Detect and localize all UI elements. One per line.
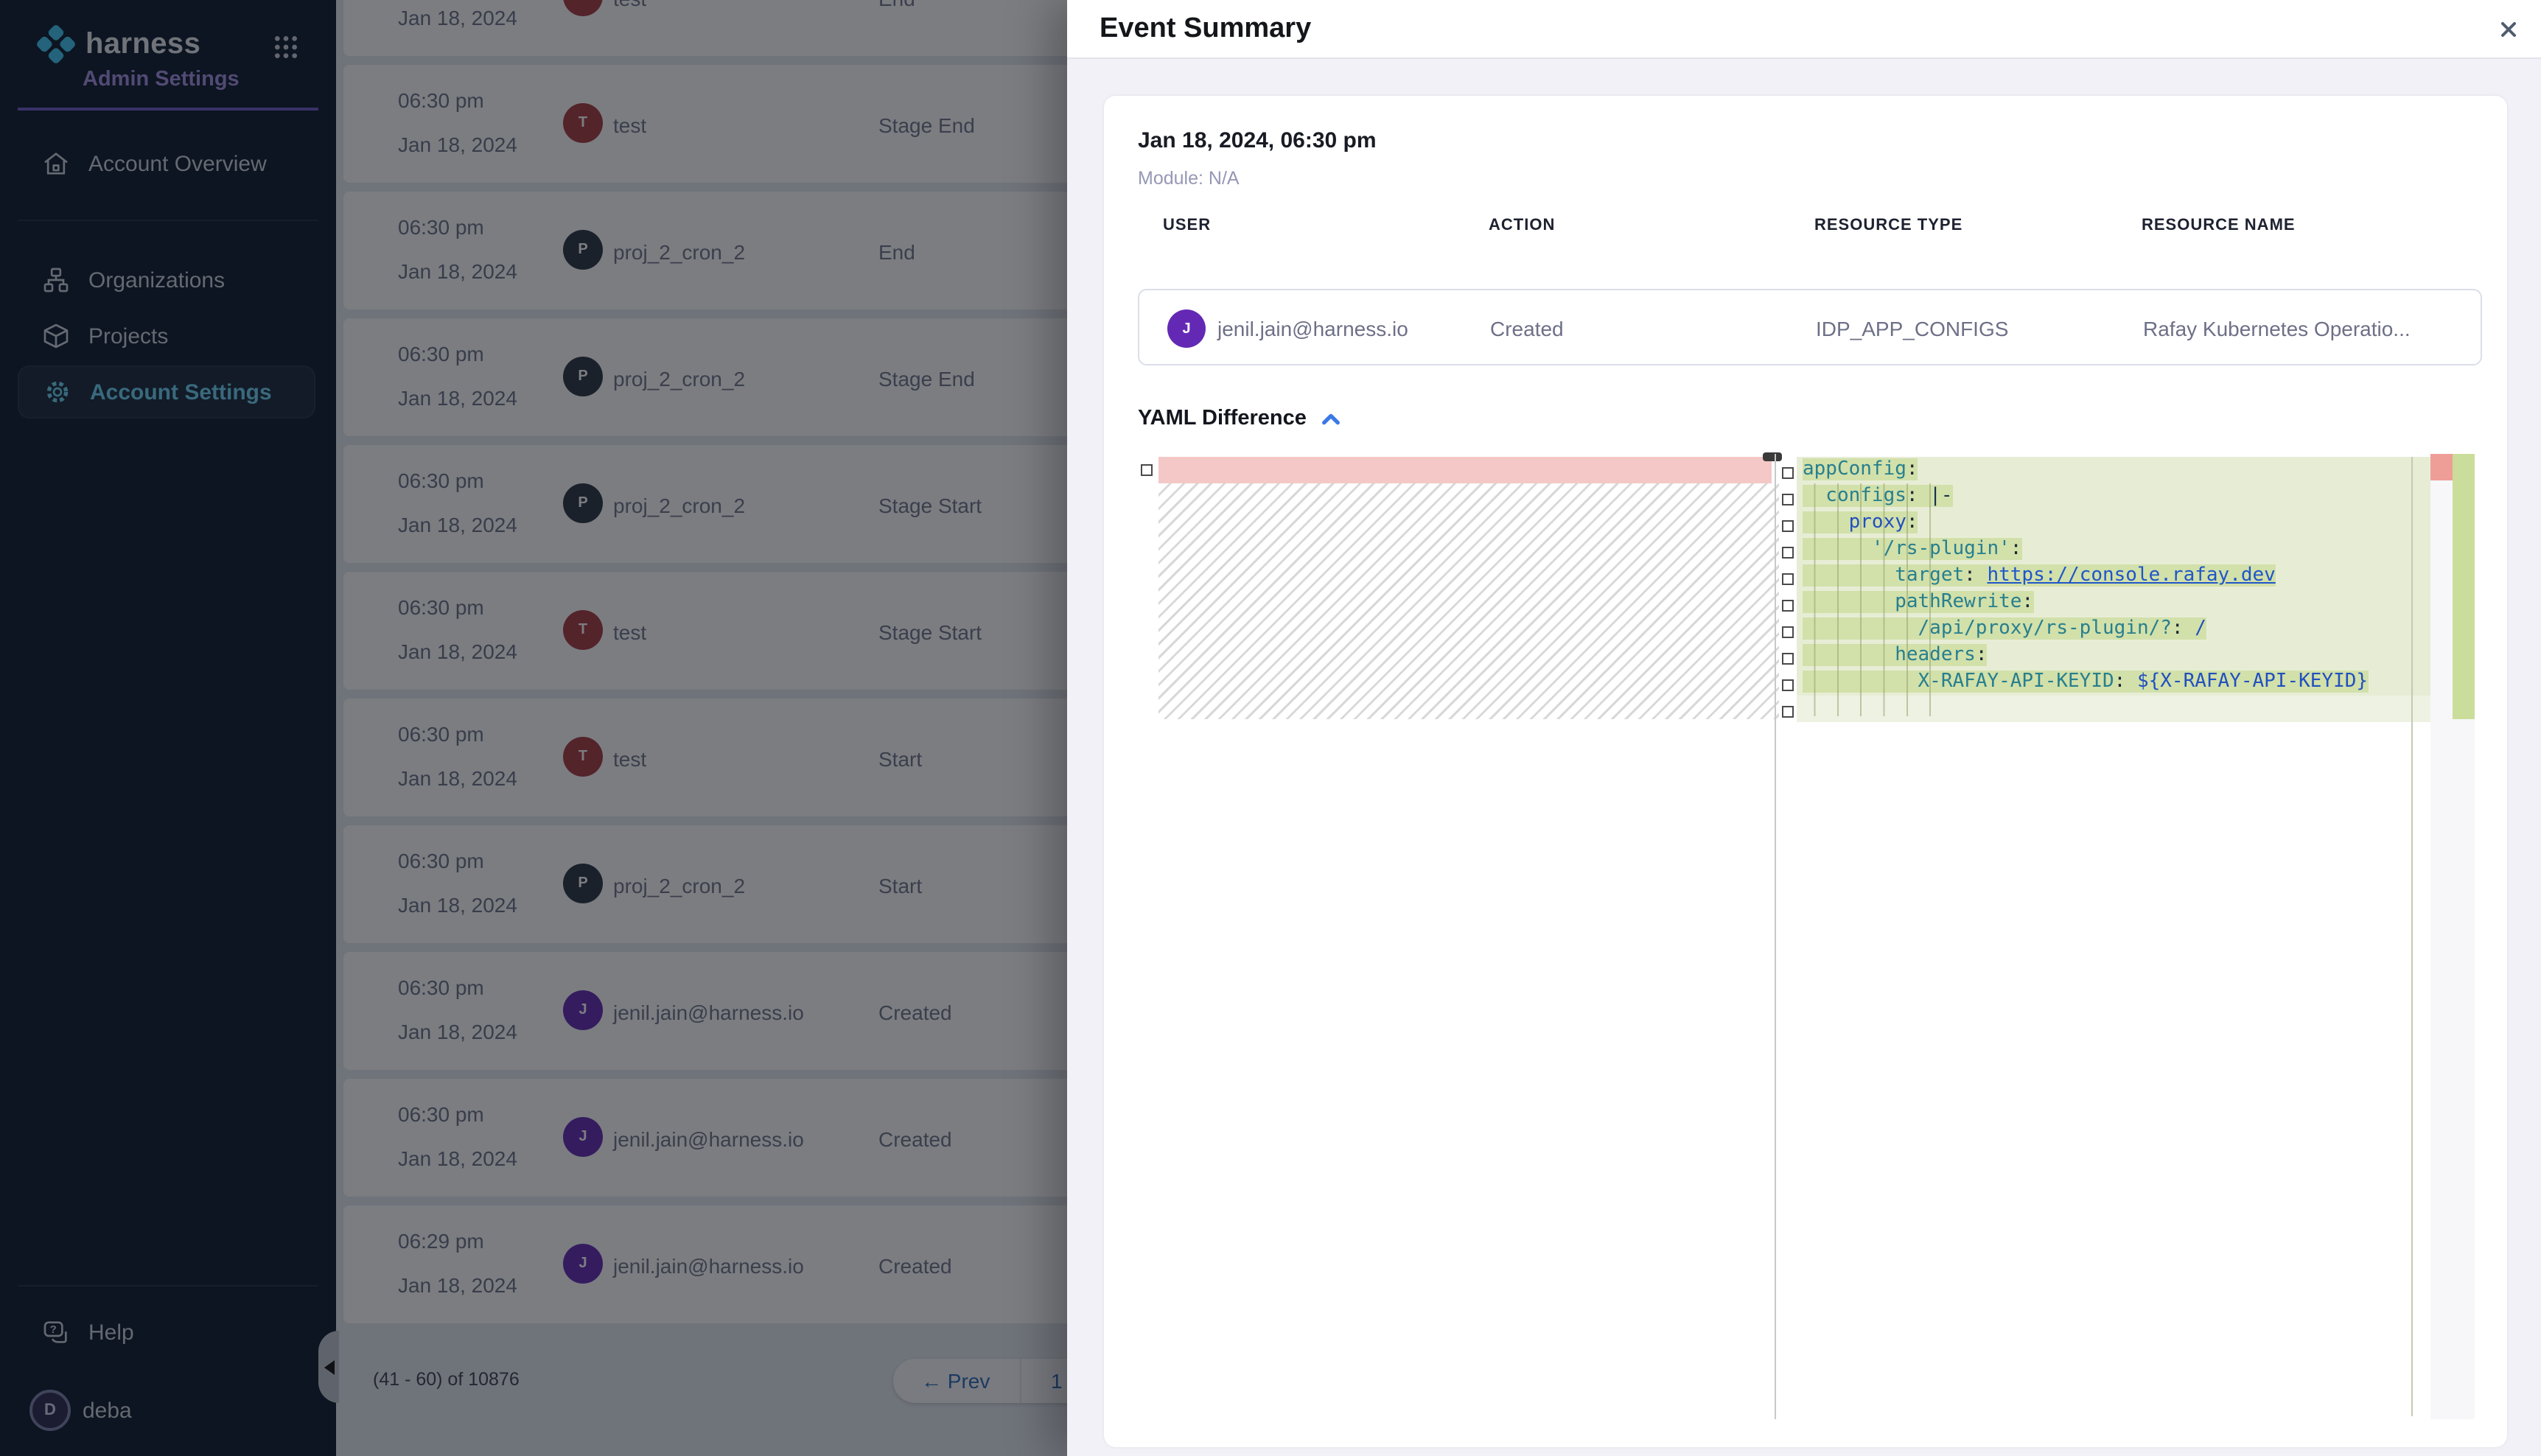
diff-line-marker[interactable] bbox=[1141, 464, 1153, 476]
column-header-action: ACTION bbox=[1489, 217, 1555, 234]
column-header-user: USER bbox=[1163, 217, 1211, 234]
diff-line-marker[interactable] bbox=[1782, 467, 1794, 479]
overview-added-marker bbox=[2453, 454, 2475, 719]
event-action: Created bbox=[1490, 317, 1564, 340]
yaml-difference-toggle[interactable]: YAML Difference bbox=[1138, 407, 1342, 430]
diff-line-marker[interactable] bbox=[1782, 653, 1794, 665]
overview-deleted-marker bbox=[2430, 454, 2453, 480]
diff-line-marker[interactable] bbox=[1782, 679, 1794, 691]
close-icon[interactable] bbox=[2497, 18, 2520, 41]
diff-line-markers bbox=[1782, 467, 1794, 718]
event-summary-drawer: Event Summary Jan 18, 2024, 06:30 pm Mod… bbox=[1067, 0, 2541, 1456]
diff-deleted-line bbox=[1158, 457, 1772, 483]
chevron-up-icon bbox=[1321, 410, 1342, 427]
diff-line-marker[interactable] bbox=[1782, 706, 1794, 718]
event-row: J jenil.jain@harness.io Created IDP_APP_… bbox=[1138, 289, 2482, 365]
event-module: Module: N/A bbox=[1138, 168, 1240, 189]
drawer-body: Jan 18, 2024, 06:30 pm Module: N/A USER … bbox=[1067, 59, 2541, 1456]
diff-code-line: appConfig: bbox=[1797, 457, 2430, 483]
event-user: jenil.jain@harness.io bbox=[1217, 317, 1408, 340]
diff-overview-ruler[interactable] bbox=[2430, 454, 2475, 1419]
diff-line-marker[interactable] bbox=[1782, 626, 1794, 638]
diff-scrollbar-thumb[interactable] bbox=[1763, 452, 1782, 461]
diff-ruler-line bbox=[2411, 457, 2413, 1416]
indent-guides bbox=[1803, 483, 1932, 716]
yaml-difference-label: YAML Difference bbox=[1138, 407, 1307, 430]
diff-empty-filler bbox=[1158, 483, 1779, 719]
diff-line-marker[interactable] bbox=[1782, 520, 1794, 532]
diff-line-marker[interactable] bbox=[1782, 573, 1794, 585]
event-resource-name: Rafay Kubernetes Operatio... bbox=[2143, 317, 2411, 340]
column-header-resource-name: RESOURCE NAME bbox=[2142, 217, 2296, 234]
diff-pane-divider bbox=[1775, 454, 1776, 1419]
event-datetime: Jan 18, 2024, 06:30 pm bbox=[1138, 128, 1377, 153]
diff-line-marker[interactable] bbox=[1782, 494, 1794, 505]
column-header-resource-type: RESOURCE TYPE bbox=[1814, 217, 1962, 234]
diff-line-marker[interactable] bbox=[1782, 600, 1794, 612]
diff-line-marker[interactable] bbox=[1782, 547, 1794, 559]
avatar: J bbox=[1167, 309, 1206, 348]
event-summary-card: Jan 18, 2024, 06:30 pm Module: N/A USER … bbox=[1104, 96, 2507, 1447]
event-resource-type: IDP_APP_CONFIGS bbox=[1816, 317, 2008, 340]
drawer-header: Event Summary bbox=[1067, 0, 2541, 59]
drawer-title: Event Summary bbox=[1100, 13, 1311, 46]
yaml-diff-viewer: appConfig: configs: |- proxy: '/rs-plugi… bbox=[1138, 454, 2491, 1419]
app-root: harness Admin Settings Account Overview bbox=[0, 0, 2541, 1456]
